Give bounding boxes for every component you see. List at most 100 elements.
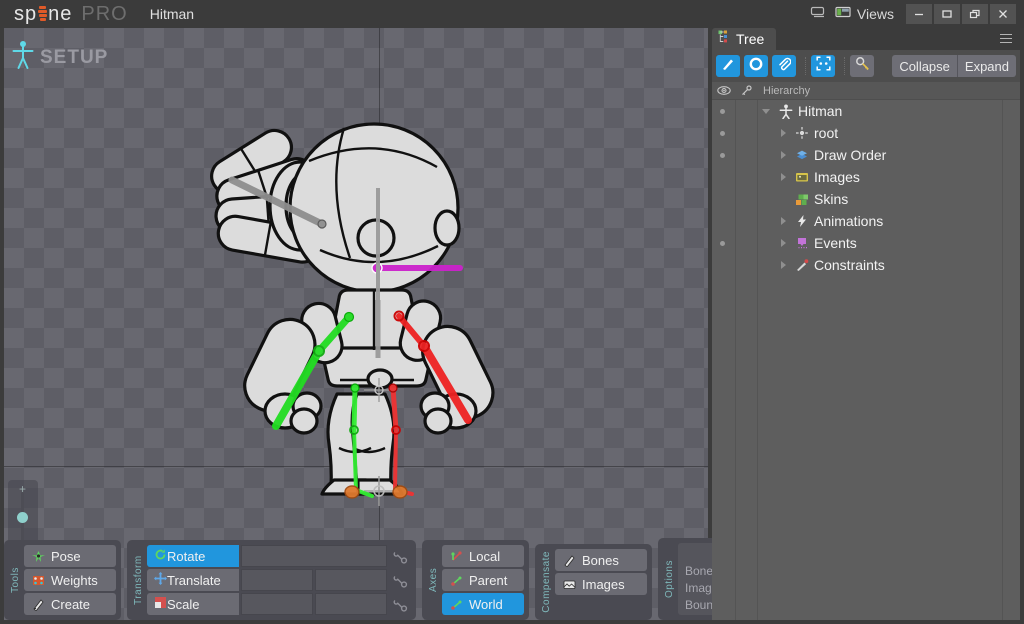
chevron-right-icon[interactable] (775, 151, 791, 159)
bones-icon (562, 553, 576, 567)
tool-create-button[interactable]: Create (24, 593, 116, 615)
tool-pose-button[interactable]: Pose (24, 545, 116, 567)
titlebar-right-controls: Views (810, 0, 1024, 28)
key-icon[interactable] (735, 82, 757, 100)
scale-x-field[interactable] (241, 593, 313, 615)
rotate-link-icon[interactable] (389, 545, 411, 567)
bone-overlay (228, 176, 472, 506)
chevron-right-icon[interactable] (775, 173, 791, 181)
compensate-bones-button[interactable]: Bones (555, 549, 647, 572)
tree-row-skins[interactable]: Skins (712, 188, 1020, 210)
tree-row-events[interactable]: Events (712, 232, 1020, 254)
transform-panel-label: Transform (133, 555, 144, 605)
circle-tool-button[interactable] (744, 55, 768, 77)
chevron-down-icon[interactable] (757, 108, 775, 114)
selection-frame-icon (815, 56, 831, 76)
character-legs (320, 392, 404, 496)
visibility-dot[interactable] (720, 240, 725, 246)
attachment-tool-button[interactable] (772, 55, 796, 77)
visibility-dot[interactable] (720, 108, 725, 114)
tree-body[interactable]: Hierarchy Hitman root Draw Order Images … (712, 82, 1020, 620)
tree-row-hitman[interactable]: Hitman (712, 100, 1020, 122)
axes-parent-label: Parent (469, 572, 508, 588)
expand-button[interactable]: Expand (956, 55, 1016, 77)
tab-tree[interactable]: Tree (712, 28, 777, 50)
zoom-slider-handle[interactable] (17, 512, 28, 523)
logo-edition: PRO (81, 2, 128, 25)
axes-local-label: Local (469, 548, 501, 564)
compensate-images-button[interactable]: Images (555, 573, 647, 596)
tree-item-label: root (814, 125, 839, 141)
visibility-dot[interactable] (720, 152, 725, 158)
draw-order-icon (794, 147, 810, 163)
translate-icon (154, 572, 167, 588)
axes-world-button[interactable]: World (442, 593, 524, 615)
collapse-button[interactable]: Collapse (892, 55, 957, 77)
axes-local-button[interactable]: Local (442, 545, 524, 567)
minimize-button[interactable] (906, 4, 932, 24)
translate-link-icon[interactable] (389, 569, 411, 591)
transform-scale-button[interactable]: Scale (147, 593, 239, 615)
right-bones-red (388, 310, 472, 499)
axes-parent-button[interactable]: Parent (442, 569, 524, 591)
compensate-panel-label: Compensate (541, 551, 552, 613)
tree-icon (718, 30, 731, 48)
bone-root-icon (794, 125, 810, 141)
create-icon (31, 597, 45, 611)
weights-icon (31, 573, 45, 587)
tree-row-root[interactable]: root (712, 122, 1020, 144)
left-bones-green (272, 311, 374, 499)
transform-rotate-button[interactable]: Rotate (147, 545, 239, 567)
scale-link-icon[interactable] (389, 593, 411, 615)
skeleton-figure-icon (12, 40, 34, 75)
setup-mode-badge: SETUP (12, 40, 108, 75)
find-tool-button[interactable] (850, 55, 874, 77)
hamburger-icon[interactable] (1000, 34, 1012, 46)
scale-y-field[interactable] (315, 593, 387, 615)
restore-button[interactable] (962, 4, 988, 24)
chevron-right-icon[interactable] (775, 239, 791, 247)
tree-row-draw-order[interactable]: Draw Order (712, 144, 1020, 166)
maximize-button[interactable] (934, 4, 960, 24)
transform-translate-button[interactable]: Translate (147, 569, 239, 591)
axes-world-label: World (469, 596, 503, 612)
options-panel-label: Options (664, 560, 675, 598)
tools-panel: Tools Pose Weights Create (4, 540, 121, 620)
character-left-arm (243, 301, 344, 435)
eye-icon[interactable] (712, 82, 735, 100)
translate-x-field[interactable] (241, 569, 313, 591)
skins-icon (794, 191, 810, 207)
skeleton-icon (778, 103, 794, 119)
tool-weights-button[interactable]: Weights (24, 569, 116, 591)
tree-item-label: Images (814, 169, 860, 185)
chevron-right-icon[interactable] (775, 261, 791, 269)
scale-icon (154, 596, 167, 612)
visibility-dot[interactable] (720, 130, 725, 136)
transform-translate-label: Translate (167, 572, 221, 588)
tree-row-images[interactable]: Images (712, 166, 1020, 188)
tool-weights-label: Weights (51, 572, 98, 588)
tree-column-header: Hierarchy (712, 82, 1020, 100)
tree-row-animations[interactable]: Animations (712, 210, 1020, 232)
tree-row-constraints[interactable]: Constraints (712, 254, 1020, 276)
chevron-right-icon[interactable] (775, 129, 791, 137)
tree-item-label: Constraints (814, 257, 885, 273)
rotate-icon (154, 548, 167, 564)
tree-item-label: Skins (814, 191, 849, 207)
translate-y-field[interactable] (315, 569, 387, 591)
views-menu[interactable]: Views (810, 5, 894, 24)
axes-local-icon (449, 549, 463, 563)
character-torso (321, 288, 433, 390)
brush-icon (721, 57, 735, 76)
axes-world-icon (449, 597, 463, 611)
rotate-value-field[interactable] (241, 545, 387, 567)
brush-tool-button[interactable] (716, 55, 740, 77)
views-layout-icon (835, 5, 851, 24)
chevron-right-icon[interactable] (775, 217, 791, 225)
transform-scale-label: Scale (167, 596, 200, 612)
ring-icon (749, 57, 763, 76)
selection-tool-button[interactable] (811, 55, 835, 77)
toolbar-separator-1 (805, 57, 806, 75)
close-button[interactable] (990, 4, 1016, 24)
transform-scale-row: Scale (147, 593, 411, 615)
